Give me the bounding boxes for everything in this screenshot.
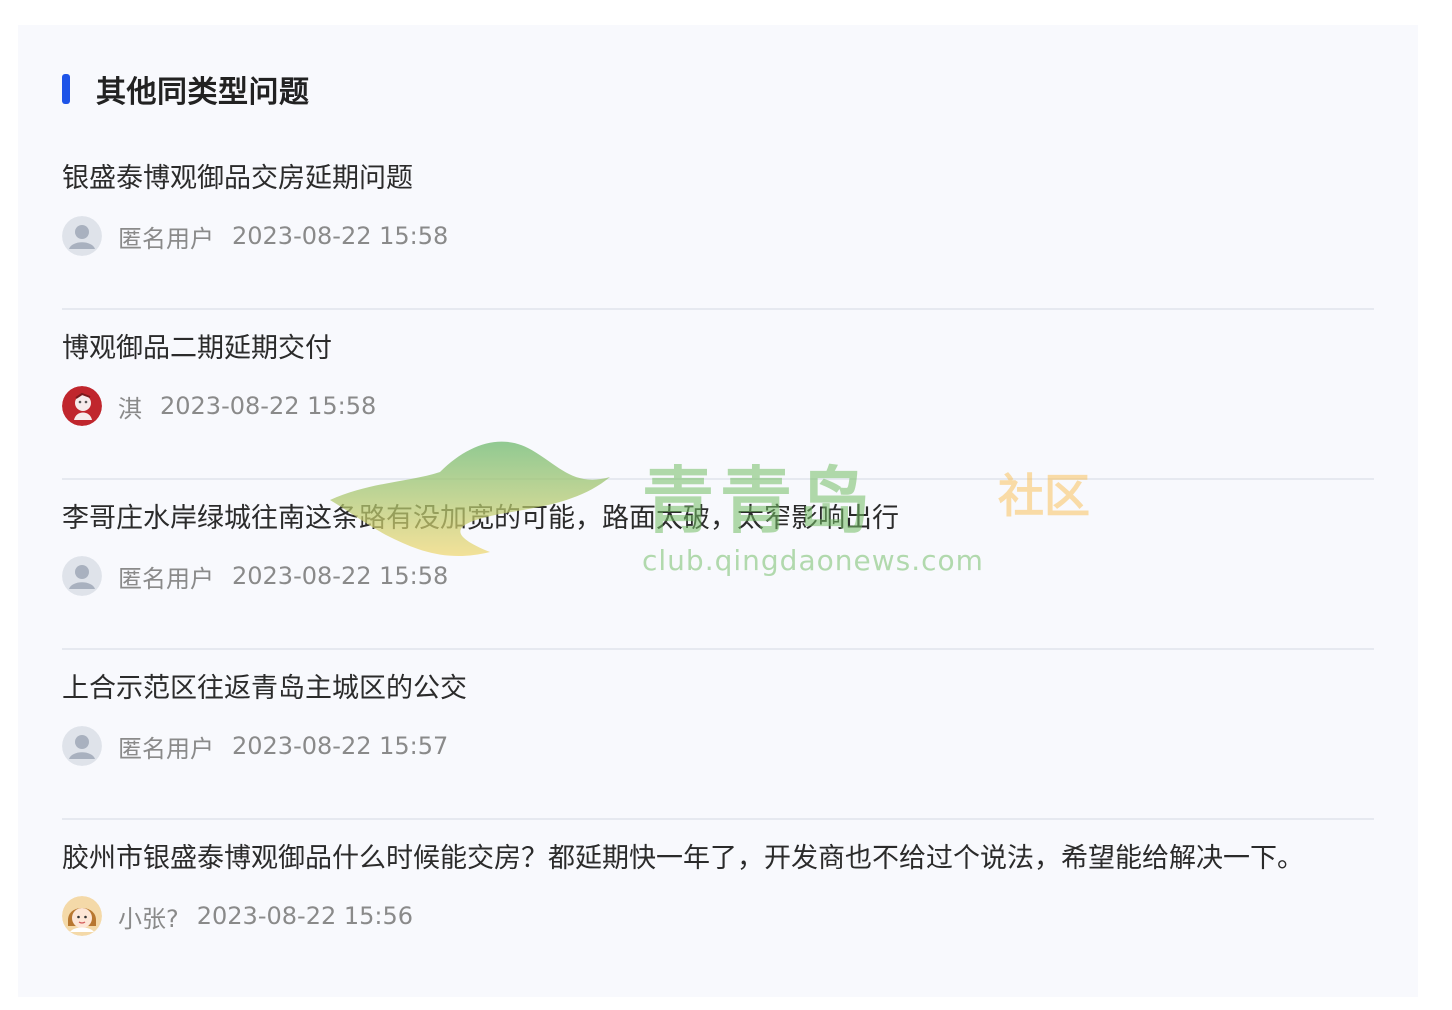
question-item[interactable]: 博观御品二期延期交付 淇 2023-08-22 15:58 bbox=[62, 310, 1374, 480]
question-meta: 匿名用户 2023-08-22 15:57 bbox=[62, 726, 448, 766]
username[interactable]: 匿名用户 bbox=[118, 559, 214, 594]
post-timestamp: 2023-08-22 15:58 bbox=[160, 392, 377, 420]
red-illustrated-avatar-icon[interactable] bbox=[62, 386, 102, 426]
question-title-link[interactable]: 银盛泰博观御品交房延期问题 bbox=[62, 156, 413, 195]
default-user-avatar-icon[interactable] bbox=[62, 556, 102, 596]
girl-cartoon-avatar-icon[interactable] bbox=[62, 896, 102, 936]
question-item[interactable]: 胶州市银盛泰博观御品什么时候能交房？都延期快一年了，开发商也不给过个说法，希望能… bbox=[62, 820, 1374, 990]
question-title-link[interactable]: 李哥庄水岸绿城往南这条路有没加宽的可能，路面太破，太窄影响出行 bbox=[62, 496, 899, 535]
question-title-link[interactable]: 上合示范区往返青岛主城区的公交 bbox=[62, 666, 467, 705]
question-meta: 匿名用户 2023-08-22 15:58 bbox=[62, 556, 448, 596]
post-timestamp: 2023-08-22 15:57 bbox=[232, 732, 449, 760]
section-header: 其他同类型问题 bbox=[62, 71, 310, 110]
post-timestamp: 2023-08-22 15:58 bbox=[232, 222, 449, 250]
username[interactable]: 匿名用户 bbox=[118, 219, 214, 254]
default-user-avatar-icon[interactable] bbox=[62, 726, 102, 766]
question-title-link[interactable]: 博观御品二期延期交付 bbox=[62, 326, 332, 365]
question-title-link[interactable]: 胶州市银盛泰博观御品什么时候能交房？都延期快一年了，开发商也不给过个说法，希望能… bbox=[62, 836, 1304, 875]
username[interactable]: 匿名用户 bbox=[118, 729, 214, 764]
section-title: 其他同类型问题 bbox=[96, 75, 310, 110]
question-list: 银盛泰博观御品交房延期问题 匿名用户 2023-08-22 15:58 博观御品… bbox=[62, 140, 1374, 990]
question-meta: 淇 2023-08-22 15:58 bbox=[62, 386, 376, 426]
question-item[interactable]: 银盛泰博观御品交房延期问题 匿名用户 2023-08-22 15:58 bbox=[62, 140, 1374, 310]
question-item[interactable]: 李哥庄水岸绿城往南这条路有没加宽的可能，路面太破，太窄影响出行 匿名用户 202… bbox=[62, 480, 1374, 650]
post-timestamp: 2023-08-22 15:58 bbox=[232, 562, 449, 590]
username[interactable]: 淇 bbox=[118, 389, 142, 424]
question-item[interactable]: 上合示范区往返青岛主城区的公交 匿名用户 2023-08-22 15:57 bbox=[62, 650, 1374, 820]
question-meta: 匿名用户 2023-08-22 15:58 bbox=[62, 216, 448, 256]
title-accent-bar bbox=[62, 74, 70, 104]
related-questions-panel: 其他同类型问题 银盛泰博观御品交房延期问题 匿名用户 2023-08-22 15… bbox=[18, 25, 1418, 997]
default-user-avatar-icon[interactable] bbox=[62, 216, 102, 256]
username[interactable]: 小张? bbox=[118, 899, 179, 934]
post-timestamp: 2023-08-22 15:56 bbox=[196, 902, 414, 930]
question-meta: 小张? 2023-08-22 15:56 bbox=[62, 896, 413, 936]
